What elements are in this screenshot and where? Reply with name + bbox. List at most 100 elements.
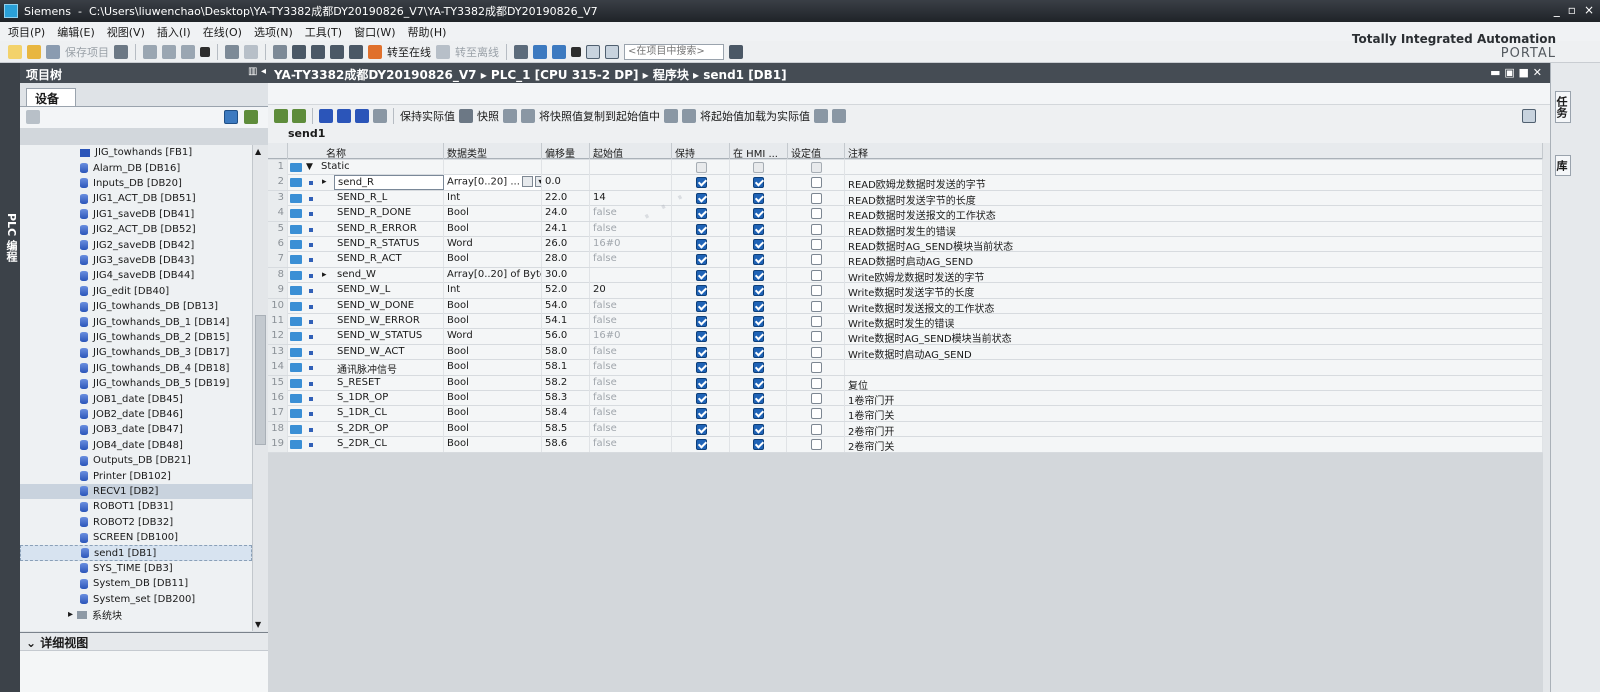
chevron-down-icon[interactable]: ⌄ — [26, 636, 36, 650]
plc-programming-tab[interactable]: PLC 编程 — [3, 213, 19, 262]
copy-snapshot-icon[interactable] — [503, 109, 517, 123]
cell-data-type[interactable]: Array[0..20] of Byte — [444, 267, 542, 283]
setpoint-checkbox[interactable] — [811, 362, 822, 374]
cell-name[interactable]: SEND_R_STATUS — [334, 237, 444, 252]
header-data-type[interactable]: 数据类型 — [444, 143, 542, 159]
header-in-hmi[interactable]: 在 HMI ... — [730, 143, 788, 159]
table-row[interactable]: 19 S_2DR_CL Bool 58.6 false 2卷帘门关 — [268, 437, 1550, 453]
settings-icon[interactable] — [1522, 109, 1536, 123]
cell-name[interactable]: SEND_W_STATUS — [334, 329, 444, 345]
cell-start-value[interactable]: 16#0 — [590, 329, 672, 345]
paste-icon[interactable] — [181, 44, 195, 59]
expand-all-icon[interactable] — [319, 109, 333, 123]
table-row[interactable]: 13 SEND_W_ACT Bool 58.0 false Write数据时启动AG_SE… — [268, 344, 1550, 361]
cell-start-value[interactable] — [590, 175, 672, 191]
header-setpoint[interactable]: 设定值 — [788, 143, 845, 159]
cell-comment[interactable]: READ数据时发送报文的工作状态 — [845, 206, 1543, 222]
setpoint-checkbox[interactable] — [811, 408, 822, 420]
hmi-checkbox[interactable] — [753, 346, 764, 358]
hmi-checkbox[interactable] — [753, 239, 764, 250]
table-row[interactable]: 10 SEND_W_DONE Bool 54.0 false Write数据时发送报文的工… — [268, 298, 1550, 314]
split-horizontal-icon[interactable] — [586, 44, 600, 59]
retain-checkbox[interactable] — [696, 316, 707, 327]
setpoint-checkbox[interactable] — [811, 269, 822, 281]
header-start-value[interactable]: 起始值 — [590, 143, 672, 159]
cell-name[interactable]: send_R — [334, 175, 444, 191]
tree-item[interactable]: JIG1_ACT_DB [DB51] — [20, 191, 252, 206]
cell-data-type[interactable]: Int — [444, 190, 542, 206]
tree-item[interactable]: Outputs_DB [DB21] — [20, 453, 252, 468]
project-search-input[interactable] — [624, 43, 724, 60]
simulation-icon[interactable] — [330, 44, 344, 59]
compile-icon[interactable] — [273, 44, 287, 59]
table-row[interactable]: 5 SEND_R_ERROR Bool 24.1 false READ数据时发生的错误 — [268, 221, 1550, 237]
tree-item[interactable]: RECV1 [DB2] — [20, 483, 252, 500]
cell-comment[interactable]: 1卷帘门开 — [845, 391, 1543, 406]
tree-item[interactable]: send1 [DB1] — [20, 545, 252, 561]
cell-comment[interactable]: Write数据时发送字节的长度 — [845, 283, 1543, 299]
tree-item[interactable]: JOB2_date [DB46] — [20, 407, 252, 422]
tree-item[interactable]: JIG_towhands_DB_1 [DB14] — [20, 314, 252, 329]
hmi-checkbox[interactable] — [753, 192, 764, 204]
copy-icon[interactable] — [162, 44, 176, 59]
add-device-icon[interactable] — [244, 110, 258, 124]
table-row[interactable]: 9 SEND_W_L Int 52.0 20 Write数据时发送字节的长度 — [268, 283, 1550, 299]
hmi-checkbox[interactable] — [753, 423, 764, 435]
setpoint-checkbox[interactable] — [811, 162, 822, 173]
menu-online[interactable]: 在线(O) — [203, 24, 242, 40]
cell-name[interactable]: send_W — [334, 267, 444, 283]
cell-name[interactable]: S_1DR_OP — [334, 391, 444, 406]
cell-start-value[interactable] — [590, 267, 672, 283]
hmi-checkbox[interactable] — [753, 300, 764, 312]
go-offline-button[interactable]: 转至离线 — [455, 44, 499, 60]
table-row[interactable]: 3 SEND_R_L Int 22.0 14 READ数据时发送字节的长度 — [268, 190, 1550, 207]
retain-checkbox[interactable] — [696, 377, 707, 389]
cell-data-type[interactable]: Bool — [444, 206, 542, 222]
cell-name[interactable]: SEND_W_DONE — [334, 298, 444, 314]
header-name[interactable]: 名称 — [288, 143, 444, 159]
setpoint-checkbox[interactable] — [811, 331, 822, 343]
tree-scroll-thumb[interactable] — [255, 315, 266, 445]
setpoint-checkbox[interactable] — [811, 423, 822, 435]
tree-item[interactable]: JOB1_date [DB45] — [20, 391, 252, 406]
open-project-icon[interactable] — [27, 44, 41, 59]
expand-arrow-icon[interactable]: ▸ — [322, 177, 327, 187]
cell-data-type[interactable]: Int — [444, 283, 542, 299]
cell-name[interactable]: S_2DR_CL — [334, 437, 444, 453]
load-start-as-actual-button[interactable]: 将起始值加载为实际值 — [700, 108, 810, 124]
setpoint-checkbox[interactable] — [811, 239, 822, 250]
cell-comment[interactable] — [845, 160, 1543, 175]
cell-data-type[interactable]: Bool — [444, 375, 542, 391]
hmi-checkbox[interactable] — [753, 439, 764, 451]
cell-start-value[interactable]: false — [590, 252, 672, 268]
scroll-down-icon[interactable]: ▼ — [255, 620, 261, 629]
cell-name[interactable]: SEND_R_ACT — [334, 252, 444, 268]
load-actual-all-icon[interactable] — [832, 109, 846, 123]
tree-item[interactable]: JIG_towhands_DB [DB13] — [20, 299, 252, 314]
cell-data-type[interactable]: Array[0..20] ... ▾ — [444, 175, 542, 191]
tree-scrollbar[interactable]: ▲ ▼ — [252, 145, 268, 631]
retain-checkbox[interactable] — [696, 269, 707, 281]
go-online-button[interactable]: 转至在线 — [387, 44, 431, 60]
retain-checkbox[interactable] — [696, 362, 707, 374]
tree-item[interactable]: JIG_towhands_DB_4 [DB18] — [20, 361, 252, 376]
cell-data-type[interactable]: Bool — [444, 406, 542, 422]
retain-checkbox[interactable] — [696, 177, 707, 189]
hmi-checkbox[interactable] — [753, 377, 764, 389]
setpoint-checkbox[interactable] — [811, 393, 822, 404]
load-actual-icon[interactable] — [814, 109, 828, 123]
table-row[interactable]: 4 SEND_R_DONE Bool 24.0 false READ数据时发送报文的工作状… — [268, 206, 1550, 222]
cell-comment[interactable]: READ欧姆龙数据时发送的字节 — [845, 175, 1543, 191]
table-row[interactable]: 14 通讯脉冲信号 Bool 58.1 false — [268, 360, 1550, 376]
redo-icon[interactable] — [244, 44, 258, 59]
tree-item[interactable]: ▸ 系统块 — [20, 607, 252, 622]
cell-data-type[interactable]: Bool — [444, 344, 542, 360]
portal-view-strip[interactable]: PLC 编程 — [0, 63, 20, 692]
cell-comment[interactable]: Write数据时发生的错误 — [845, 314, 1543, 329]
menu-tools[interactable]: 工具(T) — [305, 24, 342, 40]
stop-cpu-icon[interactable] — [552, 44, 566, 59]
hmi-checkbox[interactable] — [753, 162, 764, 173]
tree-item[interactable]: JIG_edit [DB40] — [20, 284, 252, 299]
tree-item[interactable]: JIG3_saveDB [DB43] — [20, 253, 252, 268]
table-scrollbar[interactable] — [1543, 143, 1550, 692]
